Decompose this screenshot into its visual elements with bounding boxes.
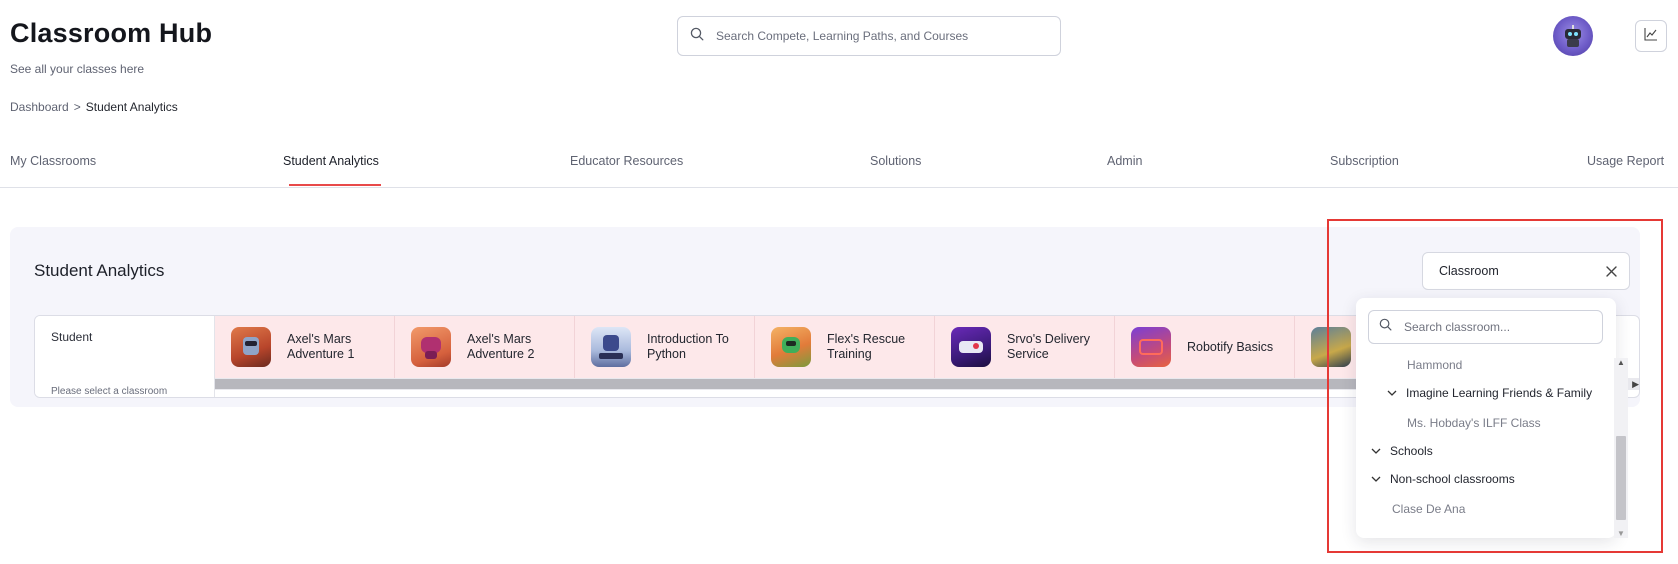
scrollbar-thumb[interactable]: [1616, 436, 1626, 520]
scrollbar-thumb[interactable]: [215, 379, 1365, 389]
classroom-option[interactable]: Clase De Ana: [1392, 502, 1465, 516]
tab-subscription[interactable]: Subscription: [1330, 154, 1399, 168]
global-search-box[interactable]: [677, 16, 1061, 56]
course-thumbnail: [1311, 327, 1351, 367]
classroom-select[interactable]: Classroom: [1422, 252, 1630, 290]
tab-usage-report[interactable]: Usage Report: [1587, 154, 1664, 168]
classroom-dropdown: Hammond Imagine Learning Friends & Famil…: [1356, 298, 1616, 538]
chevron-down-icon: [1386, 387, 1398, 399]
student-column: Student Please select a classroom: [35, 316, 215, 397]
group-label: Imagine Learning Friends & Family: [1406, 386, 1593, 400]
group-label: Schools: [1390, 444, 1433, 458]
course-column-header[interactable]: Axel's Mars Adventure 2: [395, 316, 575, 378]
group-label: Non-school classrooms: [1390, 472, 1515, 486]
breadcrumb-dashboard-link[interactable]: Dashboard: [10, 100, 69, 114]
close-icon[interactable]: [1603, 263, 1619, 279]
active-tab-indicator: [289, 184, 381, 186]
page-subtitle: See all your classes here: [10, 62, 145, 76]
search-icon: [1379, 318, 1392, 336]
classroom-group-toggle[interactable]: Schools: [1370, 444, 1433, 458]
search-icon: [690, 27, 704, 46]
course-title: Robotify Basics: [1187, 339, 1274, 354]
course-title: Flex's Rescue Training: [827, 332, 906, 361]
student-column-header: Student: [51, 330, 93, 344]
classroom-search-box[interactable]: [1368, 310, 1603, 344]
course-thumbnail: [591, 327, 631, 367]
avatar[interactable]: [1553, 16, 1593, 56]
robot-avatar-icon: [1564, 25, 1582, 47]
dropdown-scrollbar[interactable]: ▲ ▼: [1614, 358, 1628, 538]
option-label: Ms. Hobday's ILFF Class: [1407, 416, 1541, 430]
course-title: Axel's Mars Adventure 2: [467, 332, 535, 361]
breadcrumb-current: Student Analytics: [85, 100, 178, 114]
scroll-up-arrow-icon[interactable]: ▲: [1617, 358, 1625, 367]
page-title: Classroom Hub: [10, 18, 213, 48]
classroom-option[interactable]: Hammond: [1407, 358, 1462, 372]
tab-solutions[interactable]: Solutions: [870, 154, 921, 168]
empty-state-message: Please select a classroom: [51, 386, 168, 397]
tab-admin[interactable]: Admin: [1107, 154, 1142, 168]
course-column-header[interactable]: Axel's Mars Adventure 1: [215, 316, 395, 378]
course-thumbnail: [231, 327, 271, 367]
course-column-header[interactable]: Flex's Rescue Training: [755, 316, 935, 378]
tab-student-analytics[interactable]: Student Analytics: [283, 154, 379, 168]
panel-title: Student Analytics: [34, 261, 165, 280]
classroom-option[interactable]: Ms. Hobday's ILFF Class: [1407, 416, 1541, 430]
classroom-tree: Hammond Imagine Learning Friends & Famil…: [1356, 356, 1600, 538]
classroom-group-toggle[interactable]: Non-school classrooms: [1370, 472, 1515, 486]
tab-educator-resources[interactable]: Educator Resources: [570, 154, 683, 168]
scroll-down-arrow-icon[interactable]: ▼: [1617, 529, 1625, 538]
breadcrumb-separator: >: [73, 100, 81, 114]
course-title: Srvo's Delivery Service: [1007, 332, 1090, 361]
trend-chart-icon: [1644, 27, 1658, 46]
chevron-down-icon: [1370, 445, 1382, 457]
course-columns: Axel's Mars Adventure 1 Axel's Mars Adve…: [215, 316, 1475, 378]
analytics-chart-button[interactable]: [1635, 20, 1667, 52]
course-column-header[interactable]: Introduction To Python: [575, 316, 755, 378]
course-thumbnail: [771, 327, 811, 367]
option-label: Clase De Ana: [1392, 502, 1466, 516]
option-label: Hammond: [1407, 358, 1463, 372]
course-title: Axel's Mars Adventure 1: [287, 332, 355, 361]
course-thumbnail: [1131, 327, 1171, 367]
course-column-header[interactable]: Robotify Basics: [1115, 316, 1295, 378]
classroom-group-toggle[interactable]: Imagine Learning Friends & Family: [1386, 386, 1592, 400]
chevron-down-icon: [1370, 473, 1382, 485]
course-title: Introduction To Python: [647, 332, 729, 361]
course-column-header[interactable]: Srvo's Delivery Service: [935, 316, 1115, 378]
course-thumbnail: [411, 327, 451, 367]
classroom-search-input[interactable]: [1404, 320, 1584, 334]
main-nav: My Classrooms Student Analytics Educator…: [0, 140, 1678, 188]
tab-my-classrooms[interactable]: My Classrooms: [10, 154, 96, 168]
course-thumbnail: [951, 327, 991, 367]
scroll-right-arrow-icon[interactable]: ▶: [1632, 379, 1639, 390]
global-search-input[interactable]: [716, 29, 1036, 43]
breadcrumb: Dashboard > Student Analytics: [10, 100, 178, 114]
classroom-select-value: Classroom: [1439, 264, 1499, 278]
